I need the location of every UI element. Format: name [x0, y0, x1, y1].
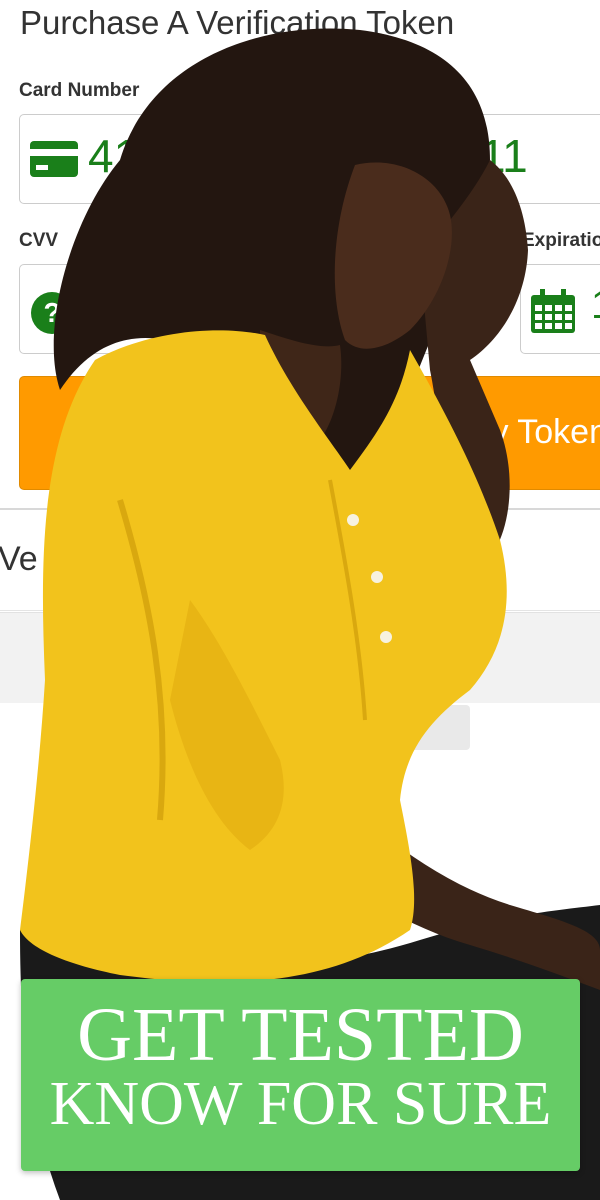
- banner-line-1: GET TESTED: [77, 993, 524, 1077]
- promo-banner[interactable]: GET TESTED KNOW FOR SURE: [21, 979, 580, 1171]
- banner-line-2: KNOW FOR SURE: [49, 1070, 552, 1138]
